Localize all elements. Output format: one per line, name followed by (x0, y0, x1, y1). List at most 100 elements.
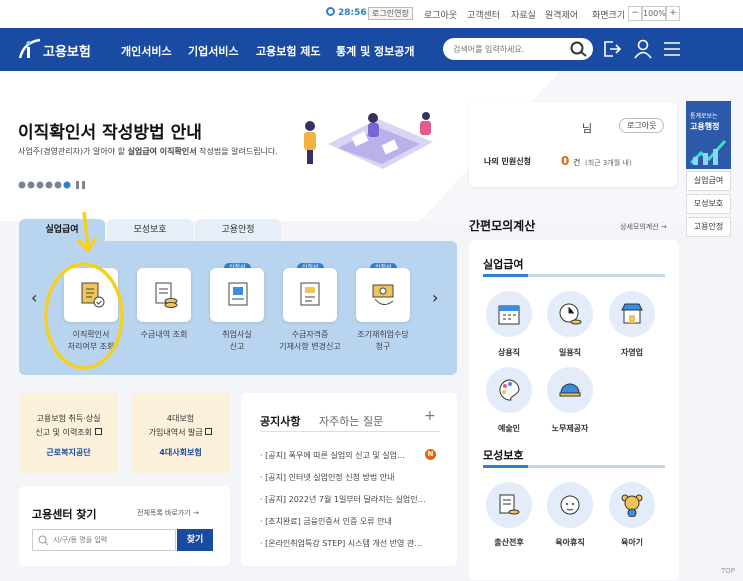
calc-section-maternity: 모성보호 (483, 449, 524, 462)
external-link-icon (205, 428, 213, 435)
id-document-icon (228, 282, 248, 306)
user-icon[interactable] (634, 39, 652, 59)
more-notices-button[interactable]: + (424, 408, 436, 424)
notice-item[interactable]: · [공지] 폭우에 따른 실업의 신고 및 실업… (260, 450, 420, 461)
chart-up-icon (689, 140, 727, 165)
menu-system[interactable]: 고용보험 제도 (256, 43, 321, 59)
logo-icon (18, 38, 42, 60)
count-note: (최근 3개월 내) (585, 159, 632, 167)
tab-faq[interactable]: 자주하는 질문 (319, 413, 383, 429)
center-search-button[interactable]: 찾기 (177, 529, 213, 551)
palette-icon (499, 379, 520, 401)
prev-arrow-icon[interactable]: ‹ (31, 288, 37, 307)
side-tab-maternity[interactable]: 모성보호 (686, 194, 731, 214)
calc-labor-provider[interactable] (547, 367, 593, 413)
user-name-suffix: 님 (582, 122, 593, 135)
calc-label-self-employed: 자영업 (620, 348, 644, 357)
document-coins-icon (499, 494, 520, 515)
calculator-panel: 실업급여 상용직 일용직 자영업 예술인 노무제공자 모성보호 출산전후 육아휴… (469, 240, 679, 580)
calc-maternity-leave[interactable] (486, 482, 532, 528)
service-employment-report[interactable] (210, 268, 264, 322)
promo-insurance-history[interactable]: 고용보험 취득·상실 신고 및 이력조회 근로복지공단 (19, 393, 118, 474)
notice-item[interactable]: · [공지] 인터넷 실업인정 신청 방법 안내 (260, 472, 440, 483)
promo-left-line1: 고용보험 취득·상실 (36, 414, 101, 423)
center-finder: 고용센터 찾기 전체목록 바로가기 → 찾기 (19, 486, 230, 566)
calc-label-regular: 상용직 (497, 348, 521, 357)
calc-label-labor: 노무제공자 (551, 424, 589, 433)
clock-icon (326, 7, 335, 16)
detail-calculator-link[interactable]: 상세모의계산 → (620, 222, 667, 232)
remote-control-link[interactable]: 원격제어 (545, 8, 578, 21)
banner-line1: 통계로보는 (690, 113, 718, 120)
hamburger-menu-icon[interactable] (664, 41, 680, 57)
banner-line2: 고용행정 (690, 122, 720, 131)
tab-employment-stability[interactable]: 고용안정 (195, 219, 281, 241)
hero-illustration (304, 112, 433, 169)
search-icon (38, 535, 49, 546)
hero-description: 사업주(경영관리자)가 알아야 할 실업급여 이직확인서 작성법을 알려드립니다… (18, 146, 278, 157)
next-arrow-icon[interactable]: › (432, 288, 438, 307)
hero-title[interactable]: 이직확인서 작성방법 안내 (18, 118, 202, 143)
notice-item[interactable]: · [온라인취업특강 STEP] 시스템 개선 반영 관… (260, 538, 440, 549)
calc-self-employed[interactable] (609, 291, 655, 337)
zoom-in-button[interactable]: + (666, 6, 680, 21)
notice-item[interactable]: · [공지] 2022년 7월 1일부터 달라지는 실업인… (260, 494, 440, 505)
all-centers-link[interactable]: 전체목록 바로가기 → (137, 508, 199, 518)
logout-link[interactable]: 로그아웃 (424, 8, 457, 21)
shop-icon (621, 303, 643, 324)
calc-regular-worker[interactable] (486, 291, 532, 337)
count-unit: 건 (573, 158, 581, 167)
promo-four-insurance[interactable]: 4대보험 가입내역서 발급 4대사회보험 (131, 393, 230, 474)
promo-right-org: 4대사회보험 (159, 448, 202, 457)
section-underline-accent (483, 465, 528, 468)
zoom-out-button[interactable]: − (628, 6, 642, 21)
search-input[interactable] (453, 42, 568, 56)
calc-artist[interactable] (486, 367, 532, 413)
my-complaints-label: 나의 민원신청 (484, 157, 531, 166)
customer-center-link[interactable]: 고객센터 (467, 8, 500, 21)
calc-section-unemployment: 실업급여 (483, 258, 524, 271)
statistics-banner[interactable]: 통계로보는 고용행정 (686, 101, 731, 169)
service-eligibility-change[interactable] (283, 268, 337, 322)
calc-label-artist: 예술인 (497, 424, 521, 433)
data-room-link[interactable]: 자료실 (511, 8, 536, 21)
promo-left-line2: 신고 및 이력조회 (19, 427, 118, 438)
hand-money-icon (372, 284, 394, 305)
helmet-icon (559, 383, 581, 397)
promo-right-line1: 4대보험 (166, 414, 195, 423)
tab-notices[interactable]: 공지사항 (260, 413, 300, 429)
menu-personal[interactable]: 개인서비스 (121, 43, 172, 59)
search-box (443, 38, 593, 60)
side-tab-employment-stability[interactable]: 고용안정 (686, 217, 731, 237)
hero-desc-text-end: 작성법을 알려드립니다. (196, 147, 278, 156)
menu-statistics[interactable]: 통계 및 정보공개 (336, 43, 415, 59)
complaint-count[interactable]: 0 (561, 154, 569, 168)
calc-label-daily: 일용직 (558, 348, 582, 357)
search-icon[interactable] (570, 41, 588, 57)
divider (260, 431, 440, 432)
hero-desc-text: 사업주(경영관리자)가 알아야 할 (18, 147, 128, 156)
center-search-field (32, 529, 176, 551)
site-logo[interactable]: 고용보험 (43, 41, 91, 60)
service-benefit-history[interactable] (137, 268, 191, 322)
top-button[interactable]: TOP (721, 567, 735, 575)
extend-login-button[interactable]: 로그인연장 (368, 7, 413, 20)
notice-item[interactable]: · [조치완료] 금융인증서 인증 오류 안내 (260, 516, 440, 527)
logout-icon[interactable] (603, 40, 621, 58)
hero-desc-bold: 실업급여 이직확인서 (127, 147, 197, 156)
service-early-reemployment[interactable] (356, 268, 410, 322)
side-tab-unemployment[interactable]: 실업급여 (686, 171, 731, 191)
service-label-reemployment: 조기재취업수당 청구 (357, 330, 409, 351)
calendar-icon (498, 305, 520, 325)
menu-business[interactable]: 기업서비스 (188, 43, 239, 59)
calc-daily-worker[interactable] (547, 291, 593, 337)
form-edit-icon (300, 282, 320, 306)
calc-childcare-period[interactable] (609, 482, 655, 528)
calc-parental-leave[interactable] (547, 482, 593, 528)
center-search-input[interactable] (53, 533, 173, 547)
clock-coins-icon (559, 303, 582, 325)
card-logout-button[interactable]: 로그아웃 (619, 118, 665, 133)
teddy-bear-icon (621, 494, 643, 518)
login-card: 님 로그아웃 나의 민원신청 0 건 (최근 3개월 내) (469, 102, 677, 187)
center-finder-title: 고용센터 찾기 (32, 508, 97, 521)
